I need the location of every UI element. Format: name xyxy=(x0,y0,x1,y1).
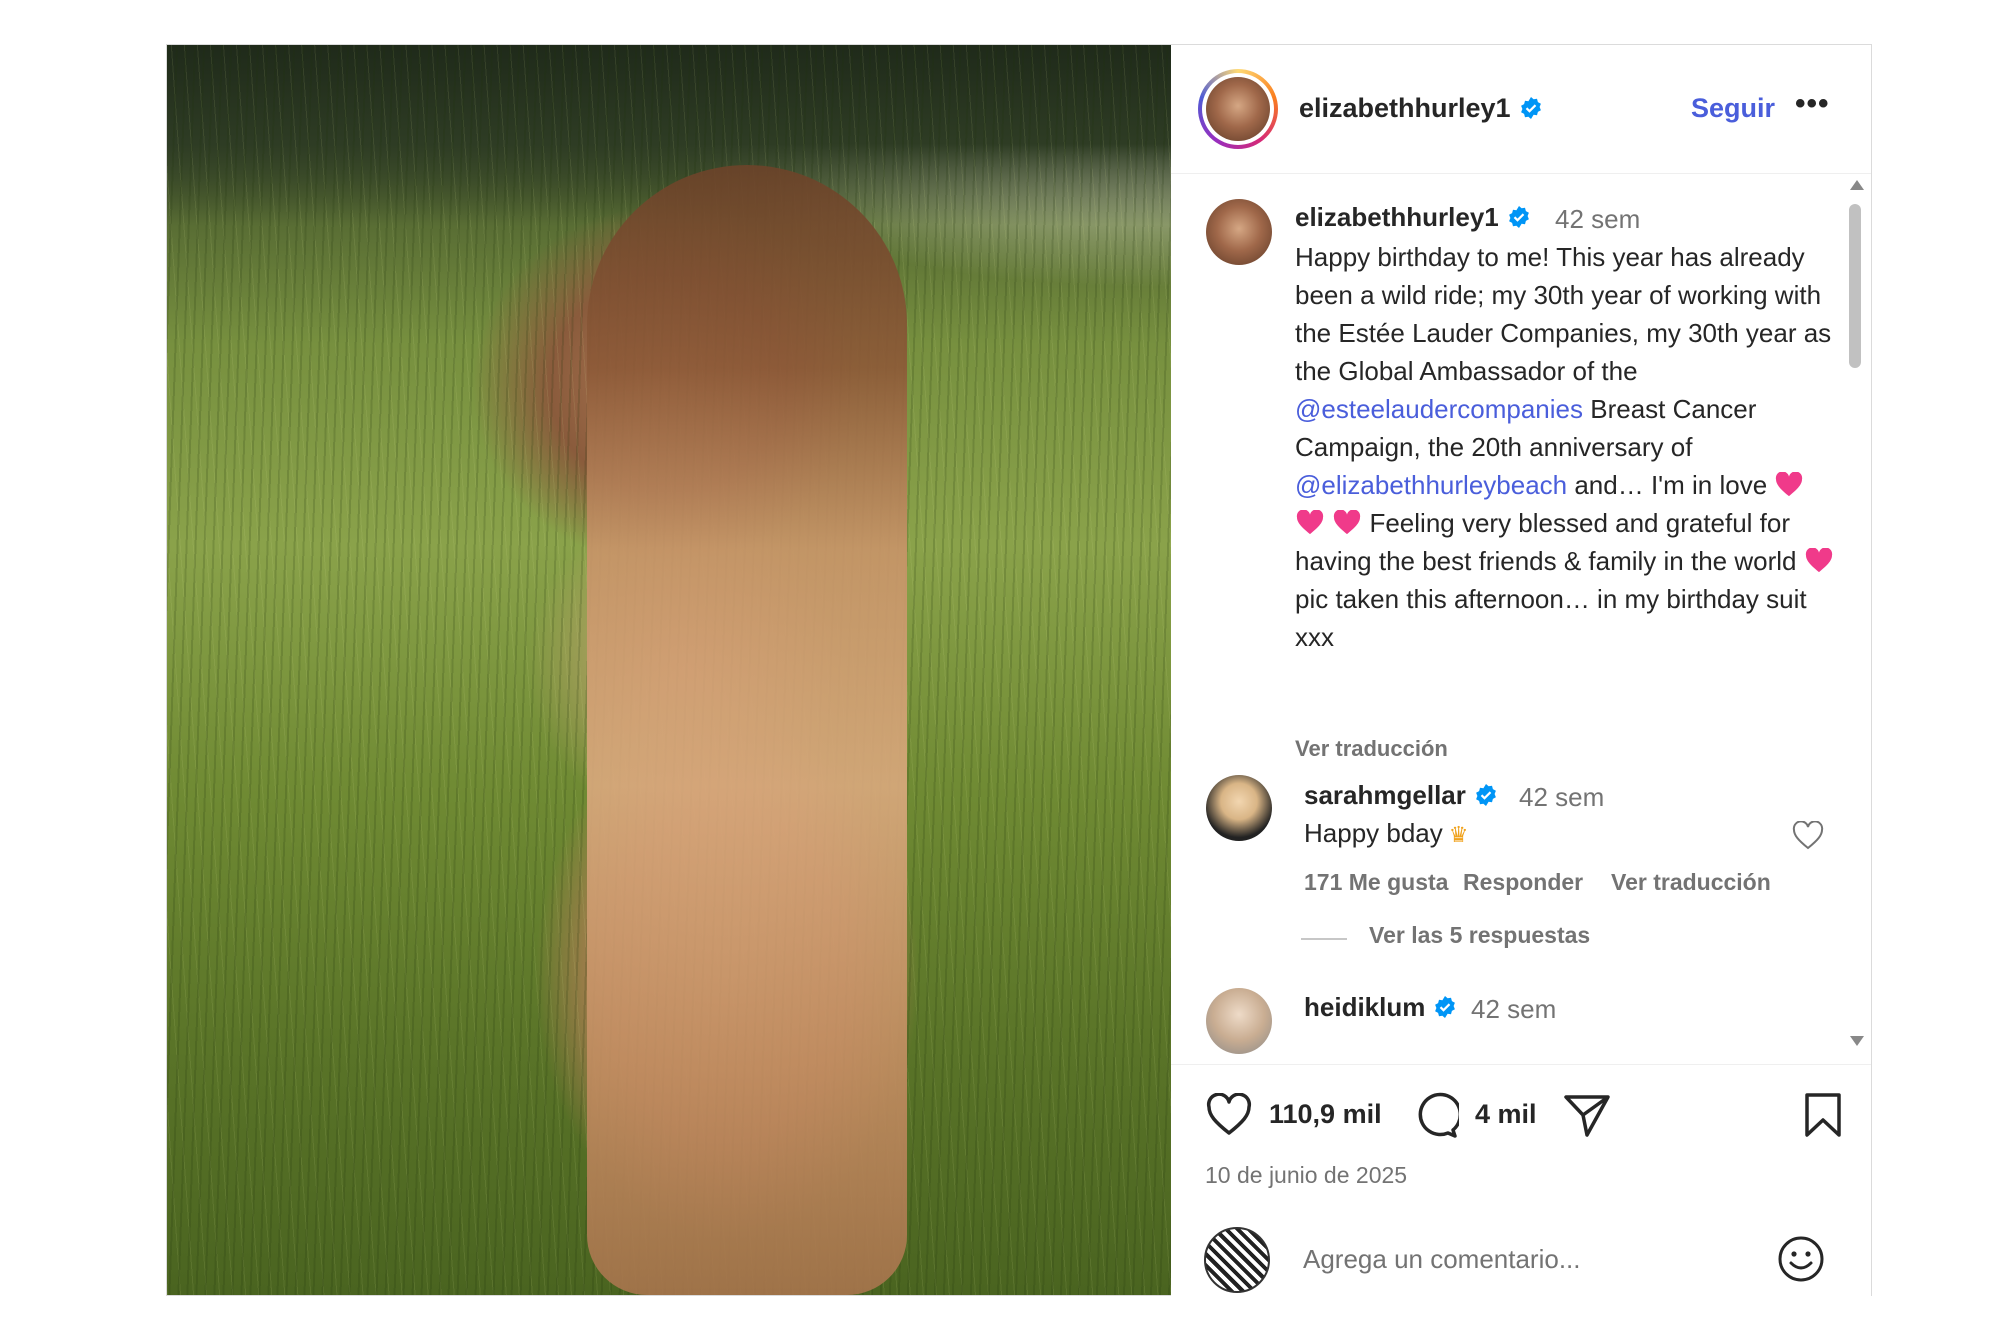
photo-subject xyxy=(587,165,907,1295)
comments-count[interactable]: 4 mil xyxy=(1475,1099,1537,1130)
caption-username-text[interactable]: elizabethhurley1 xyxy=(1295,202,1499,232)
post-header: elizabethhurley1 Seguir ••• xyxy=(1171,45,1871,174)
add-comment-row xyxy=(1171,1215,1871,1296)
mention-link[interactable]: @elizabethhurleybeach xyxy=(1295,470,1567,500)
comment-translate-link[interactable]: Ver traducción xyxy=(1611,869,1771,896)
avatar-ring-gap xyxy=(1202,73,1274,145)
comment-text-content: Happy bday xyxy=(1304,818,1443,848)
share-paper-plane-icon[interactable] xyxy=(1563,1093,1611,1139)
comment-reply-button[interactable]: Responder xyxy=(1463,869,1583,896)
pink-heart-emoji-icon xyxy=(1776,472,1803,497)
post-photo[interactable] xyxy=(167,45,1171,1295)
comment-likes-count[interactable]: 171 Me gusta xyxy=(1304,869,1448,896)
author-username-text[interactable]: elizabethhurley1 xyxy=(1299,93,1511,123)
scrollbar-thumb[interactable] xyxy=(1849,204,1861,368)
comment-time[interactable]: 42 sem xyxy=(1519,782,1604,813)
comment-avatar[interactable] xyxy=(1206,775,1272,841)
caption-username[interactable]: elizabethhurley1 xyxy=(1295,202,1531,233)
comment-text: Happy bday ♛ xyxy=(1304,818,1469,849)
comment-username-text[interactable]: sarahmgellar xyxy=(1304,780,1466,810)
like-heart-icon[interactable] xyxy=(1205,1093,1253,1137)
verified-badge-icon xyxy=(1435,996,1456,1018)
verified-badge-icon xyxy=(1475,784,1496,806)
comments-scroll-area[interactable]: elizabethhurley1 42 sem Happy birthday t… xyxy=(1171,174,1871,1064)
scroll-down-arrow-icon[interactable] xyxy=(1850,1036,1864,1046)
more-options-icon[interactable]: ••• xyxy=(1795,87,1830,121)
comment-time[interactable]: 42 sem xyxy=(1471,994,1556,1025)
post-date[interactable]: 10 de junio de 2025 xyxy=(1205,1162,1407,1189)
pink-heart-emoji-icon xyxy=(1805,548,1832,573)
comment-bubble-icon[interactable] xyxy=(1411,1092,1459,1140)
caption-text-part: Happy birthday to me! This year has alre… xyxy=(1295,242,1832,386)
scrollbar[interactable] xyxy=(1845,174,1865,1064)
replies-divider xyxy=(1301,938,1347,940)
pink-heart-emoji-icon xyxy=(1334,510,1361,535)
instagram-post: elizabethhurley1 Seguir ••• elizabethhur… xyxy=(166,44,1872,1296)
verified-badge-icon xyxy=(1520,97,1541,119)
post-panel: elizabethhurley1 Seguir ••• elizabethhur… xyxy=(1171,45,1871,1296)
add-comment-input[interactable] xyxy=(1301,1235,1745,1283)
caption-text-part: and… I'm in love xyxy=(1567,470,1775,500)
mention-link[interactable]: @esteelaudercompanies xyxy=(1295,394,1583,424)
post-actions: 110,9 mil 4 mil 10 de junio de 2025 xyxy=(1171,1064,1871,1296)
author-username[interactable]: elizabethhurley1 xyxy=(1299,93,1543,124)
comment-username[interactable]: sarahmgellar xyxy=(1304,780,1498,811)
emoji-picker-icon[interactable] xyxy=(1777,1235,1825,1283)
verified-badge-icon xyxy=(1508,206,1529,228)
crown-emoji-icon: ♛ xyxy=(1448,822,1469,847)
author-avatar-story-ring[interactable] xyxy=(1198,69,1278,149)
current-user-avatar xyxy=(1204,1227,1270,1293)
caption-author-avatar[interactable] xyxy=(1206,199,1272,265)
comment-like-heart-icon[interactable] xyxy=(1791,821,1825,851)
caption-time[interactable]: 42 sem xyxy=(1555,204,1640,235)
pink-heart-emoji-icon xyxy=(1296,510,1324,535)
follow-button[interactable]: Seguir xyxy=(1691,93,1775,124)
caption-text-part: pic taken this afternoon… in my birthday… xyxy=(1295,584,1807,652)
view-replies-button[interactable]: Ver las 5 respuestas xyxy=(1369,922,1590,949)
comment-username[interactable]: heidiklum xyxy=(1304,992,1457,1023)
author-avatar xyxy=(1206,77,1270,141)
caption-text: Happy birthday to me! This year has alre… xyxy=(1295,238,1835,656)
caption-translate-link[interactable]: Ver traducción xyxy=(1295,736,1448,762)
comment-username-text[interactable]: heidiklum xyxy=(1304,992,1425,1022)
save-bookmark-icon[interactable] xyxy=(1803,1091,1843,1139)
scroll-up-arrow-icon[interactable] xyxy=(1850,180,1864,190)
comment-avatar[interactable] xyxy=(1206,988,1272,1054)
likes-count[interactable]: 110,9 mil xyxy=(1269,1099,1382,1130)
caption-text-part: Feeling very blessed and grateful for ha… xyxy=(1295,508,1804,576)
